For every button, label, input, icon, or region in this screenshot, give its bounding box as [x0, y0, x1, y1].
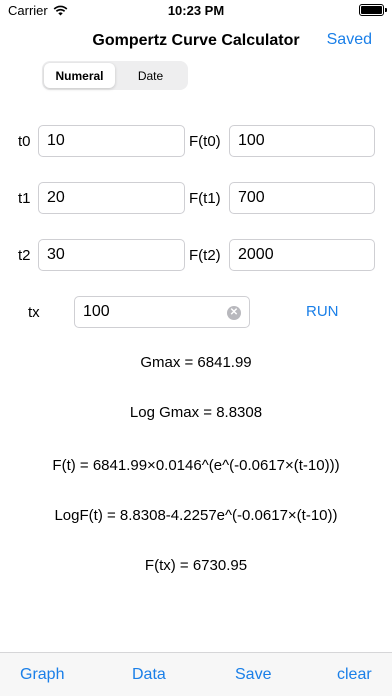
t0-label: t0 [18, 133, 31, 150]
log-gmax-result: Log Gmax = 8.8308 [129, 404, 263, 421]
f-t0-field[interactable]: 100 [229, 125, 375, 157]
f-t2-label: F(t2) [189, 247, 221, 264]
battery-icon [359, 4, 387, 16]
tx-field[interactable]: 100 ✕ [74, 296, 250, 328]
f-t2-field[interactable]: 2000 [229, 239, 375, 271]
f-t1-label: F(t1) [189, 190, 221, 207]
status-bar: Carrier 10:23 PM [0, 0, 392, 20]
bottom-toolbar: Graph Data Save clear [0, 652, 392, 696]
nav-bar: Gompertz Curve Calculator Saved [0, 20, 392, 64]
f-tx-result: F(tx) = 6730.95 [144, 557, 248, 574]
log-formula-result: LogF(t) = 8.8308-4.2257e^(-0.0617×(t-10)… [54, 507, 338, 524]
saved-button[interactable]: Saved [327, 31, 372, 49]
f-t0-label: F(t0) [189, 133, 221, 150]
save-button[interactable]: Save [235, 666, 271, 684]
t1-label: t1 [18, 190, 31, 207]
clear-text-icon[interactable]: ✕ [227, 306, 241, 320]
segment-date[interactable]: Date [115, 63, 186, 88]
f-t1-field[interactable]: 700 [229, 182, 375, 214]
data-button[interactable]: Data [132, 666, 166, 684]
formula-result: F(t) = 6841.99×0.0146^(e^(-0.0617×(t-10)… [52, 457, 340, 474]
t2-label: t2 [18, 247, 31, 264]
graph-button[interactable]: Graph [20, 666, 64, 684]
status-time: 10:23 PM [167, 3, 225, 18]
tx-label: tx [28, 304, 40, 321]
gmax-result: Gmax = 6841.99 [140, 354, 252, 371]
run-button[interactable]: RUN [306, 303, 339, 320]
tx-value: 100 [83, 303, 110, 320]
clear-button[interactable]: clear [337, 666, 372, 684]
t2-field[interactable]: 30 [38, 239, 185, 271]
t0-field[interactable]: 10 [38, 125, 185, 157]
segment-numeral[interactable]: Numeral [44, 63, 115, 88]
mode-segmented-control: Numeral Date [42, 61, 188, 90]
t1-field[interactable]: 20 [38, 182, 185, 214]
